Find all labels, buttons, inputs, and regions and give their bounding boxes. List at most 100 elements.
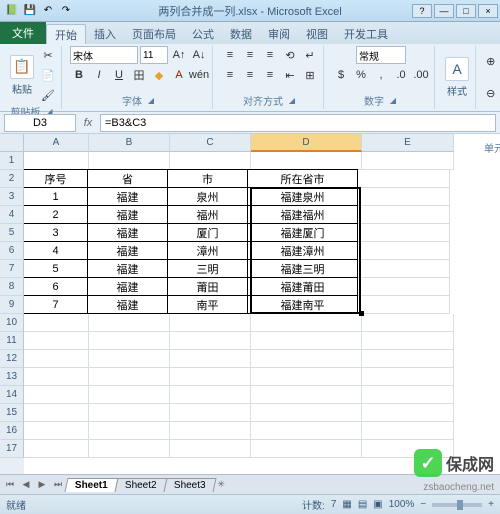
- cell[interactable]: 福建莆田: [247, 277, 358, 296]
- cell[interactable]: [362, 404, 454, 422]
- cell[interactable]: [89, 368, 170, 386]
- cell[interactable]: 福建漳州: [247, 241, 358, 260]
- dec-decimal-icon[interactable]: .00: [412, 66, 430, 84]
- row-header[interactable]: 15: [0, 404, 24, 422]
- formula-bar[interactable]: =B3&C3: [100, 114, 496, 132]
- tab-home[interactable]: 开始: [46, 24, 86, 44]
- cell[interactable]: 7: [24, 295, 88, 314]
- align-launcher[interactable]: ◢: [287, 96, 297, 106]
- inc-decimal-icon[interactable]: .0: [392, 66, 410, 84]
- zoom-slider[interactable]: [432, 503, 482, 507]
- row-header[interactable]: 3: [0, 188, 24, 206]
- row-header[interactable]: 4: [0, 206, 24, 224]
- cell[interactable]: [89, 404, 170, 422]
- font-name-select[interactable]: [70, 46, 138, 64]
- cell[interactable]: [24, 152, 89, 170]
- font-size-select[interactable]: [140, 46, 168, 64]
- col-header-A[interactable]: A: [24, 134, 89, 152]
- font-color-icon[interactable]: A: [170, 66, 188, 84]
- col-header-D[interactable]: D: [251, 134, 362, 152]
- cell[interactable]: [358, 188, 450, 206]
- orientation-icon[interactable]: ⟲: [281, 46, 299, 64]
- cells-area[interactable]: 序号省市所在省市1福建泉州福建泉州2福建福州福建福州3福建厦门福建厦门4福建漳州…: [24, 152, 500, 458]
- currency-icon[interactable]: $: [332, 66, 350, 84]
- cell[interactable]: [358, 206, 450, 224]
- sheet-tab[interactable]: Sheet1: [65, 478, 119, 492]
- cut-icon[interactable]: ✂: [39, 46, 57, 64]
- cell[interactable]: 福建南平: [247, 295, 358, 314]
- row-header[interactable]: 17: [0, 440, 24, 458]
- align-center-icon[interactable]: ≡: [241, 66, 259, 84]
- help-button[interactable]: ?: [412, 4, 432, 18]
- underline-button[interactable]: U: [110, 66, 128, 84]
- cell[interactable]: 南平: [167, 295, 248, 314]
- cell[interactable]: [24, 440, 89, 458]
- row-header[interactable]: 6: [0, 242, 24, 260]
- row-header[interactable]: 11: [0, 332, 24, 350]
- cell[interactable]: [170, 440, 251, 458]
- select-all-corner[interactable]: [0, 134, 24, 152]
- cell[interactable]: [24, 386, 89, 404]
- cell[interactable]: [362, 332, 454, 350]
- row-header[interactable]: 7: [0, 260, 24, 278]
- cell[interactable]: 福建: [87, 205, 168, 224]
- col-header-E[interactable]: E: [362, 134, 454, 152]
- cell[interactable]: 市: [167, 169, 248, 188]
- undo-icon[interactable]: ↶: [40, 3, 56, 19]
- cell[interactable]: 3: [24, 223, 88, 242]
- row-header[interactable]: 8: [0, 278, 24, 296]
- row-header[interactable]: 9: [0, 296, 24, 314]
- cell[interactable]: [362, 152, 454, 170]
- cell[interactable]: [251, 314, 362, 332]
- row-header[interactable]: 10: [0, 314, 24, 332]
- tab-file[interactable]: 文件: [0, 22, 46, 44]
- sheet-tab[interactable]: Sheet2: [114, 478, 167, 492]
- tab-insert[interactable]: 插入: [86, 24, 124, 44]
- paste-button[interactable]: 📋 粘贴: [8, 53, 36, 98]
- cell[interactable]: 莆田: [167, 277, 248, 296]
- cell[interactable]: [358, 242, 450, 260]
- cell[interactable]: [24, 368, 89, 386]
- cell[interactable]: [24, 404, 89, 422]
- sheet-nav-last-icon[interactable]: ⏭: [50, 477, 66, 493]
- cell[interactable]: 序号: [24, 169, 88, 188]
- font-launcher[interactable]: ◢: [146, 96, 156, 106]
- cell[interactable]: [362, 386, 454, 404]
- align-left-icon[interactable]: ≡: [221, 66, 239, 84]
- cell[interactable]: 5: [24, 259, 88, 278]
- tab-review[interactable]: 审阅: [260, 24, 298, 44]
- cell[interactable]: 福建福州: [247, 205, 358, 224]
- sheet-tab[interactable]: Sheet3: [163, 478, 216, 492]
- number-launcher[interactable]: ◢: [388, 96, 398, 106]
- cell[interactable]: 泉州: [167, 187, 248, 206]
- comma-icon[interactable]: ,: [372, 66, 390, 84]
- cell[interactable]: [170, 314, 251, 332]
- cell[interactable]: [251, 368, 362, 386]
- cell[interactable]: [24, 350, 89, 368]
- cell[interactable]: [251, 440, 362, 458]
- cell[interactable]: [251, 152, 362, 170]
- col-header-B[interactable]: B: [89, 134, 170, 152]
- cell[interactable]: [89, 422, 170, 440]
- styles-button[interactable]: A 样式: [443, 55, 471, 100]
- cell[interactable]: [24, 422, 89, 440]
- cell[interactable]: 福建: [87, 277, 168, 296]
- cell[interactable]: [170, 152, 251, 170]
- cell[interactable]: 6: [24, 277, 88, 296]
- save-icon[interactable]: 💾: [22, 3, 38, 19]
- phonetic-icon[interactable]: wén: [190, 66, 208, 84]
- row-header[interactable]: 12: [0, 350, 24, 368]
- bold-button[interactable]: B: [70, 66, 88, 84]
- cell[interactable]: 福建厦门: [247, 223, 358, 242]
- cell[interactable]: [89, 440, 170, 458]
- column-headers[interactable]: ABCDE: [24, 134, 500, 152]
- insert-cell-icon[interactable]: ⊕: [484, 52, 498, 70]
- cell[interactable]: [89, 332, 170, 350]
- cell[interactable]: 4: [24, 241, 88, 260]
- cell[interactable]: 福建: [87, 241, 168, 260]
- redo-icon[interactable]: ↷: [58, 3, 74, 19]
- shrink-font-icon[interactable]: A↓: [190, 46, 208, 64]
- cell[interactable]: [170, 332, 251, 350]
- close-button[interactable]: ×: [478, 4, 498, 18]
- percent-icon[interactable]: %: [352, 66, 370, 84]
